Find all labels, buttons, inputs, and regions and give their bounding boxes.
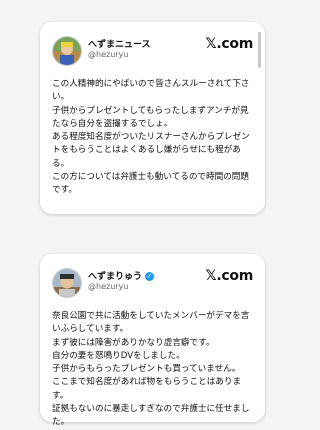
- display-name[interactable]: へずまりゅう ✓: [88, 269, 155, 282]
- post-text-line: ある程度知名度がついたリスナーさんからプレゼントをもらうことはよくあるし嫌がらせ…: [52, 132, 250, 169]
- post-header: へずまりゅう ✓ @hezuryu 𝕏.com: [52, 266, 253, 302]
- post-text-line: この方については弁護士も動いてるので時間の問題です。: [52, 172, 249, 196]
- display-name-text[interactable]: へずまりゅう: [88, 272, 142, 282]
- post-text-line: ここまで知名度があれば物をもらうことはあります。: [52, 377, 242, 401]
- post-text: この人精神的にやばいので皆さんスルーされて下さい。 子供からプレゼントしてもらっ…: [52, 78, 253, 198]
- user-handle[interactable]: @hezuryu: [88, 50, 128, 59]
- x-logo-icon: 𝕏.com: [205, 36, 253, 52]
- user-handle[interactable]: @hezuryu: [88, 282, 128, 291]
- post-text-line: まず彼には障害がありかなり虚言癖です。: [52, 337, 215, 348]
- post-card-2: へずまりゅう ✓ @hezuryu 𝕏.com 奈良公園で共に活動をしていたメンバ…: [40, 254, 265, 427]
- post-text-line: 奈良公園で共に活動をしていたメンバーがデマを言いふらしています。: [52, 311, 250, 335]
- x-logo-icon: 𝕏.com: [205, 268, 253, 284]
- post-text-line: 子供からもらったプレゼントも買っていません。: [52, 364, 241, 375]
- avatar[interactable]: [52, 36, 82, 66]
- post-text-line: この人精神的にやばいので皆さんスルーされて下さい。: [52, 79, 250, 103]
- display-name[interactable]: へずまニュース: [88, 37, 151, 50]
- post-header: へずまニュース @hezuryu 𝕏.com: [52, 34, 253, 70]
- avatar[interactable]: [52, 268, 82, 298]
- scrollbar[interactable]: [258, 32, 261, 68]
- verified-badge-icon: ✓: [145, 272, 155, 281]
- post-text-line: 子供からプレゼントしてもらったしまずアンチが見たなら自分を盗撮するでしょ。: [52, 105, 249, 129]
- post-text-line: 自分の妻を怒鳴りDVをしました。: [52, 350, 185, 361]
- post-text: 奈良公園で共に活動をしていたメンバーがデマを言いふらしています。 まず彼には障害…: [52, 310, 253, 430]
- post-card-1: へずまニュース @hezuryu 𝕏.com この人精神的にやばいので皆さんスル…: [40, 22, 265, 214]
